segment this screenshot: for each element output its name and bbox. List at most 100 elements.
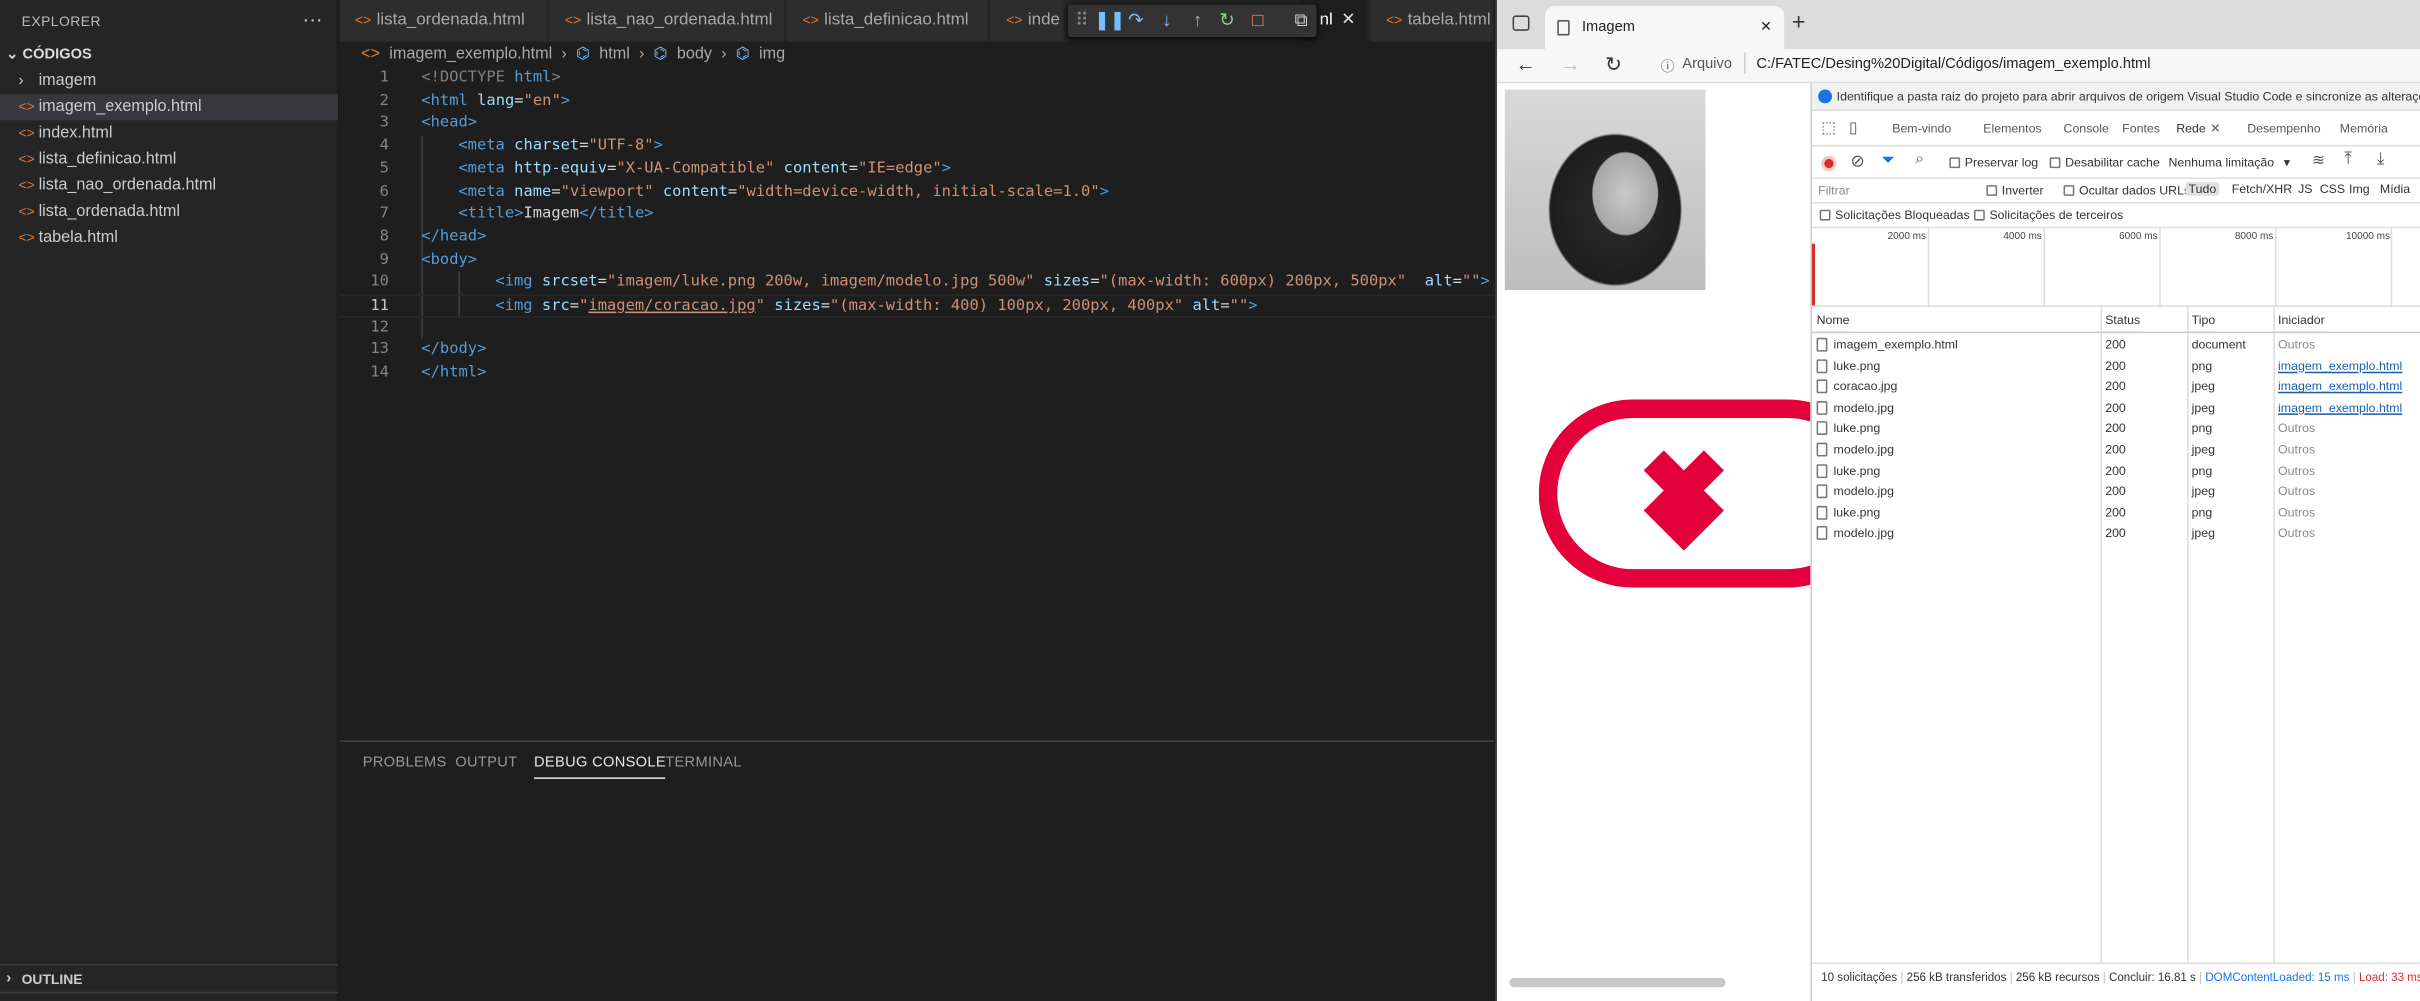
timeline-section[interactable] (0, 991, 339, 1001)
token: " (755, 297, 765, 315)
tree-file-tabela[interactable]: <> tabela.html (0, 225, 338, 251)
close-tab-icon[interactable]: ✕ (1760, 6, 1772, 48)
filter-input[interactable]: Filtrar (1818, 184, 1979, 201)
horizontal-scrollbar[interactable] (1509, 977, 1726, 988)
step-into-icon[interactable]: ↓ (1156, 9, 1178, 31)
tab-lista-ordenada[interactable]: <> lista_ordenada.html (339, 0, 548, 42)
request-initiator[interactable]: imagem_exemplo.html (2278, 356, 2402, 377)
tree-file-imagem-exemplo[interactable]: <> imagem_exemplo.html (0, 94, 339, 121)
inspect-icon[interactable]: ⧉ (1290, 9, 1312, 31)
third-party-checkbox[interactable]: Solicitações de terceiros (1974, 208, 2123, 222)
tab-output[interactable]: OUTPUT (455, 754, 517, 771)
network-conditions-icon[interactable]: ≋ (2312, 153, 2325, 170)
outline-section[interactable]: › OUTLINE (0, 964, 339, 992)
table-row[interactable]: modelo.jpg 200 jpeg Outros (1812, 523, 2420, 544)
tab-console[interactable]: Console (2064, 113, 2109, 147)
token: charset (504, 137, 580, 155)
info-icon[interactable]: ⓘ (1661, 56, 1675, 76)
inspect-icon[interactable]: ⬚ (1821, 113, 1836, 147)
new-tab-icon[interactable]: + (1792, 9, 1806, 35)
breadcrumb-item[interactable]: imagem_exemplo.html (389, 45, 552, 64)
column-header-name[interactable]: Nome (1816, 307, 1850, 334)
record-icon[interactable] (1821, 155, 1837, 172)
breadcrumb-item[interactable]: html (599, 45, 630, 64)
device-emulation-icon[interactable]: ▯ (1849, 113, 1858, 147)
refresh-icon[interactable]: ↻ (1605, 52, 1622, 77)
request-initiator[interactable]: imagem_exemplo.html (2278, 377, 2402, 398)
column-header-status[interactable]: Status (2105, 307, 2141, 334)
table-row[interactable]: luke.png 200 png Outros (1812, 461, 2420, 482)
tab-performance[interactable]: Desempenho (2247, 113, 2320, 147)
preserve-log-checkbox[interactable]: Preservar log (1949, 156, 2038, 170)
close-icon[interactable]: ✕ (2210, 113, 2220, 147)
tab-terminal[interactable]: TERMINAL (665, 754, 742, 771)
restart-icon[interactable]: ↻ (1216, 9, 1238, 31)
table-row[interactable]: modelo.jpg 200 jpeg imagem_exemplo.html (1812, 398, 2420, 419)
column-header-initiator[interactable]: Iniciador (2278, 307, 2325, 334)
browser-tab[interactable]: Imagem ✕ (1544, 6, 1785, 50)
table-row[interactable]: imagem_exemplo.html 200 document Outros (1812, 335, 2420, 356)
type-filter-css[interactable]: CSS (2320, 182, 2345, 196)
tree-file-lista-nao-ordenada[interactable]: <> lista_nao_ordenada.html (0, 173, 338, 199)
workspace-folder[interactable]: ⌄ CÓDIGOS (6, 46, 92, 63)
tree-file-lista-definicao[interactable]: <> lista_definicao.html (0, 147, 338, 173)
stop-icon[interactable]: □ (1247, 9, 1269, 31)
token: content (774, 160, 849, 178)
type-filter-fetch[interactable]: Fetch/XHR (2232, 182, 2292, 196)
tab-actions-icon[interactable] (1512, 15, 1530, 31)
blocked-requests-checkbox[interactable]: Solicitações Bloqueadas (1819, 208, 1970, 222)
tab-debug-console[interactable]: DEBUG CONSOLE (534, 754, 666, 779)
type-filter-media[interactable]: Mídia (2380, 182, 2410, 196)
type-filter-img[interactable]: Img (2349, 182, 2370, 196)
disable-cache-checkbox[interactable]: Desabilitar cache (2049, 156, 2160, 170)
pause-icon[interactable]: ❚❚ (1094, 9, 1125, 31)
tab-lista-definicao[interactable]: <> lista_definicao.html (787, 0, 990, 42)
tab-elements[interactable]: Elementos (1983, 113, 2041, 147)
html-file-icon: <> (1385, 12, 1403, 28)
throttling-select[interactable]: Nenhuma limitação ▾ (2168, 156, 2290, 170)
type-filter-all[interactable]: Tudo (2185, 182, 2220, 196)
type-filter-js[interactable]: JS (2298, 182, 2312, 196)
tab-lista-nao-ordenada[interactable]: <> lista_nao_ordenada.html (549, 0, 786, 42)
search-icon[interactable]: ⌕ (1915, 151, 1924, 168)
table-row[interactable]: luke.png 200 png Outros (1812, 419, 2420, 440)
tab-sources[interactable]: Fontes (2122, 113, 2160, 147)
tab-network[interactable]: Rede (2176, 113, 2206, 147)
breadcrumb-item[interactable]: body (677, 45, 712, 64)
filter-icon[interactable]: ⏷ (1881, 151, 1895, 171)
link-token[interactable]: imagem/coracao.jpg (588, 298, 755, 315)
back-icon[interactable]: ← (1516, 52, 1536, 75)
step-out-icon[interactable]: ↑ (1187, 9, 1209, 31)
table-row[interactable]: modelo.jpg 200 jpeg Outros (1812, 482, 2420, 503)
invert-checkbox[interactable]: Inverter (1986, 184, 2044, 197)
table-row[interactable]: luke.png 200 png Outros (1812, 503, 2420, 524)
tree-file-lista-ordenada[interactable]: <> lista_ordenada.html (0, 199, 338, 225)
address-security-label[interactable]: Arquivo (1682, 56, 1732, 73)
tree-file-index[interactable]: <> index.html (0, 120, 338, 146)
step-over-icon[interactable]: ↷ (1125, 9, 1147, 31)
address-bar[interactable]: C:/FATEC/Desing%20Digital/Códigos/imagem… (1756, 56, 2150, 73)
tab-welcome[interactable]: Bem-vindo (1892, 113, 1951, 147)
line-number: 13 (370, 341, 389, 359)
import-har-icon[interactable]: ⤒ (2344, 150, 2352, 170)
close-icon[interactable]: ✕ (1341, 0, 1355, 42)
tab-index[interactable]: <> inde (990, 0, 1065, 42)
table-row[interactable]: modelo.jpg 200 jpeg Outros (1812, 440, 2420, 461)
request-initiator[interactable]: imagem_exemplo.html (2278, 398, 2402, 419)
code-editor[interactable]: 1 <!DOCTYPE html> 2 <html lang="en"> 3 <hea… (339, 68, 1495, 740)
drag-handle-icon[interactable]: ⠿ (1071, 9, 1093, 31)
table-row[interactable]: luke.png 200 png imagem_exemplo.html (1812, 356, 2420, 377)
tab-memory[interactable]: Memória (2340, 113, 2388, 147)
column-header-type[interactable]: Tipo (2191, 307, 2216, 334)
table-row[interactable]: coracao.jpg 200 jpeg imagem_exemplo.html (1812, 377, 2420, 398)
tree-folder-imagem[interactable]: › imagem (0, 68, 338, 94)
tab-tabela[interactable]: <> tabela.html (1370, 0, 1495, 42)
export-har-icon[interactable]: ⤓ (2377, 150, 2385, 170)
breadcrumb-item[interactable]: img (759, 45, 785, 64)
network-timeline-overview[interactable]: 2000 ms 4000 ms 6000 ms 8000 ms 10000 ms (1811, 228, 2420, 307)
hide-data-urls-checkbox[interactable]: Ocultar dados URLs (2063, 184, 2190, 197)
more-actions-icon[interactable]: ··· (303, 8, 323, 31)
tab-problems[interactable]: PROBLEMS (363, 754, 447, 771)
clear-icon[interactable]: ⊘ (1851, 151, 1865, 172)
forward-icon[interactable]: → (1560, 52, 1580, 75)
